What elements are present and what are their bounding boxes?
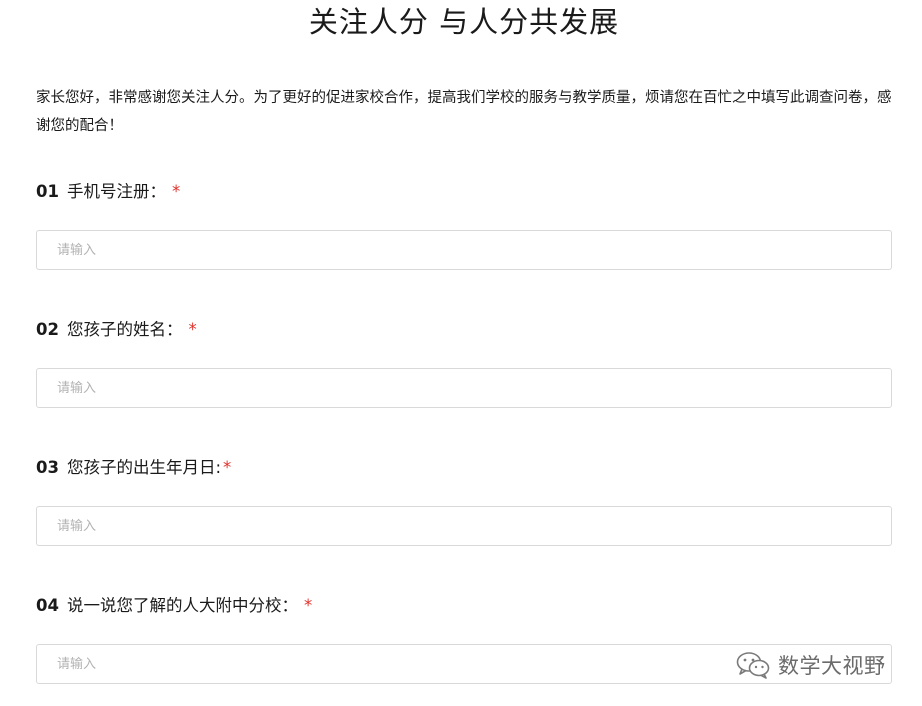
required-mark: * — [223, 458, 232, 477]
question-label: 04 说一说您了解的人大附中分校： * — [36, 594, 892, 618]
question-text: 您孩子的姓名： — [66, 320, 183, 339]
page-title: 关注人分 与人分共发展 — [308, 5, 620, 39]
phone-input-box[interactable] — [36, 230, 892, 270]
child-name-input-box[interactable] — [36, 368, 892, 408]
child-name-input[interactable] — [37, 369, 877, 407]
watermark: 数学大视野 — [736, 648, 886, 682]
question-1: 01 手机号注册： * — [36, 180, 892, 270]
question-2: 02 您孩子的姓名： * — [36, 318, 892, 408]
intro-text: 家长您好，非常感谢您关注人分。为了更好的促进家校合作，提高我们学校的服务与教学质… — [36, 90, 892, 134]
required-mark: * — [171, 182, 181, 201]
question-text: 手机号注册： — [66, 182, 166, 201]
question-label: 03 您孩子的出生年月日: * — [36, 456, 892, 480]
question-number: 04 — [36, 596, 59, 615]
question-number: 02 — [36, 320, 59, 339]
question-label: 02 您孩子的姓名： * — [36, 318, 892, 342]
wechat-icon — [736, 652, 770, 679]
question-text: 说一说您了解的人大附中分校： — [66, 596, 298, 615]
required-mark: * — [188, 320, 197, 339]
question-text: 您孩子的出生年月日: — [66, 458, 222, 477]
question-number: 01 — [36, 182, 59, 201]
watermark-text: 数学大视野 — [778, 654, 886, 678]
question-number: 03 — [36, 458, 59, 477]
phone-input[interactable] — [37, 231, 877, 269]
question-label: 01 手机号注册： * — [36, 180, 892, 204]
birthday-input[interactable] — [37, 507, 877, 545]
question-4: 04 说一说您了解的人大附中分校： * — [36, 594, 892, 684]
required-mark: * — [303, 596, 313, 615]
birthday-input-box[interactable] — [36, 506, 892, 546]
question-3: 03 您孩子的出生年月日: * — [36, 456, 892, 546]
